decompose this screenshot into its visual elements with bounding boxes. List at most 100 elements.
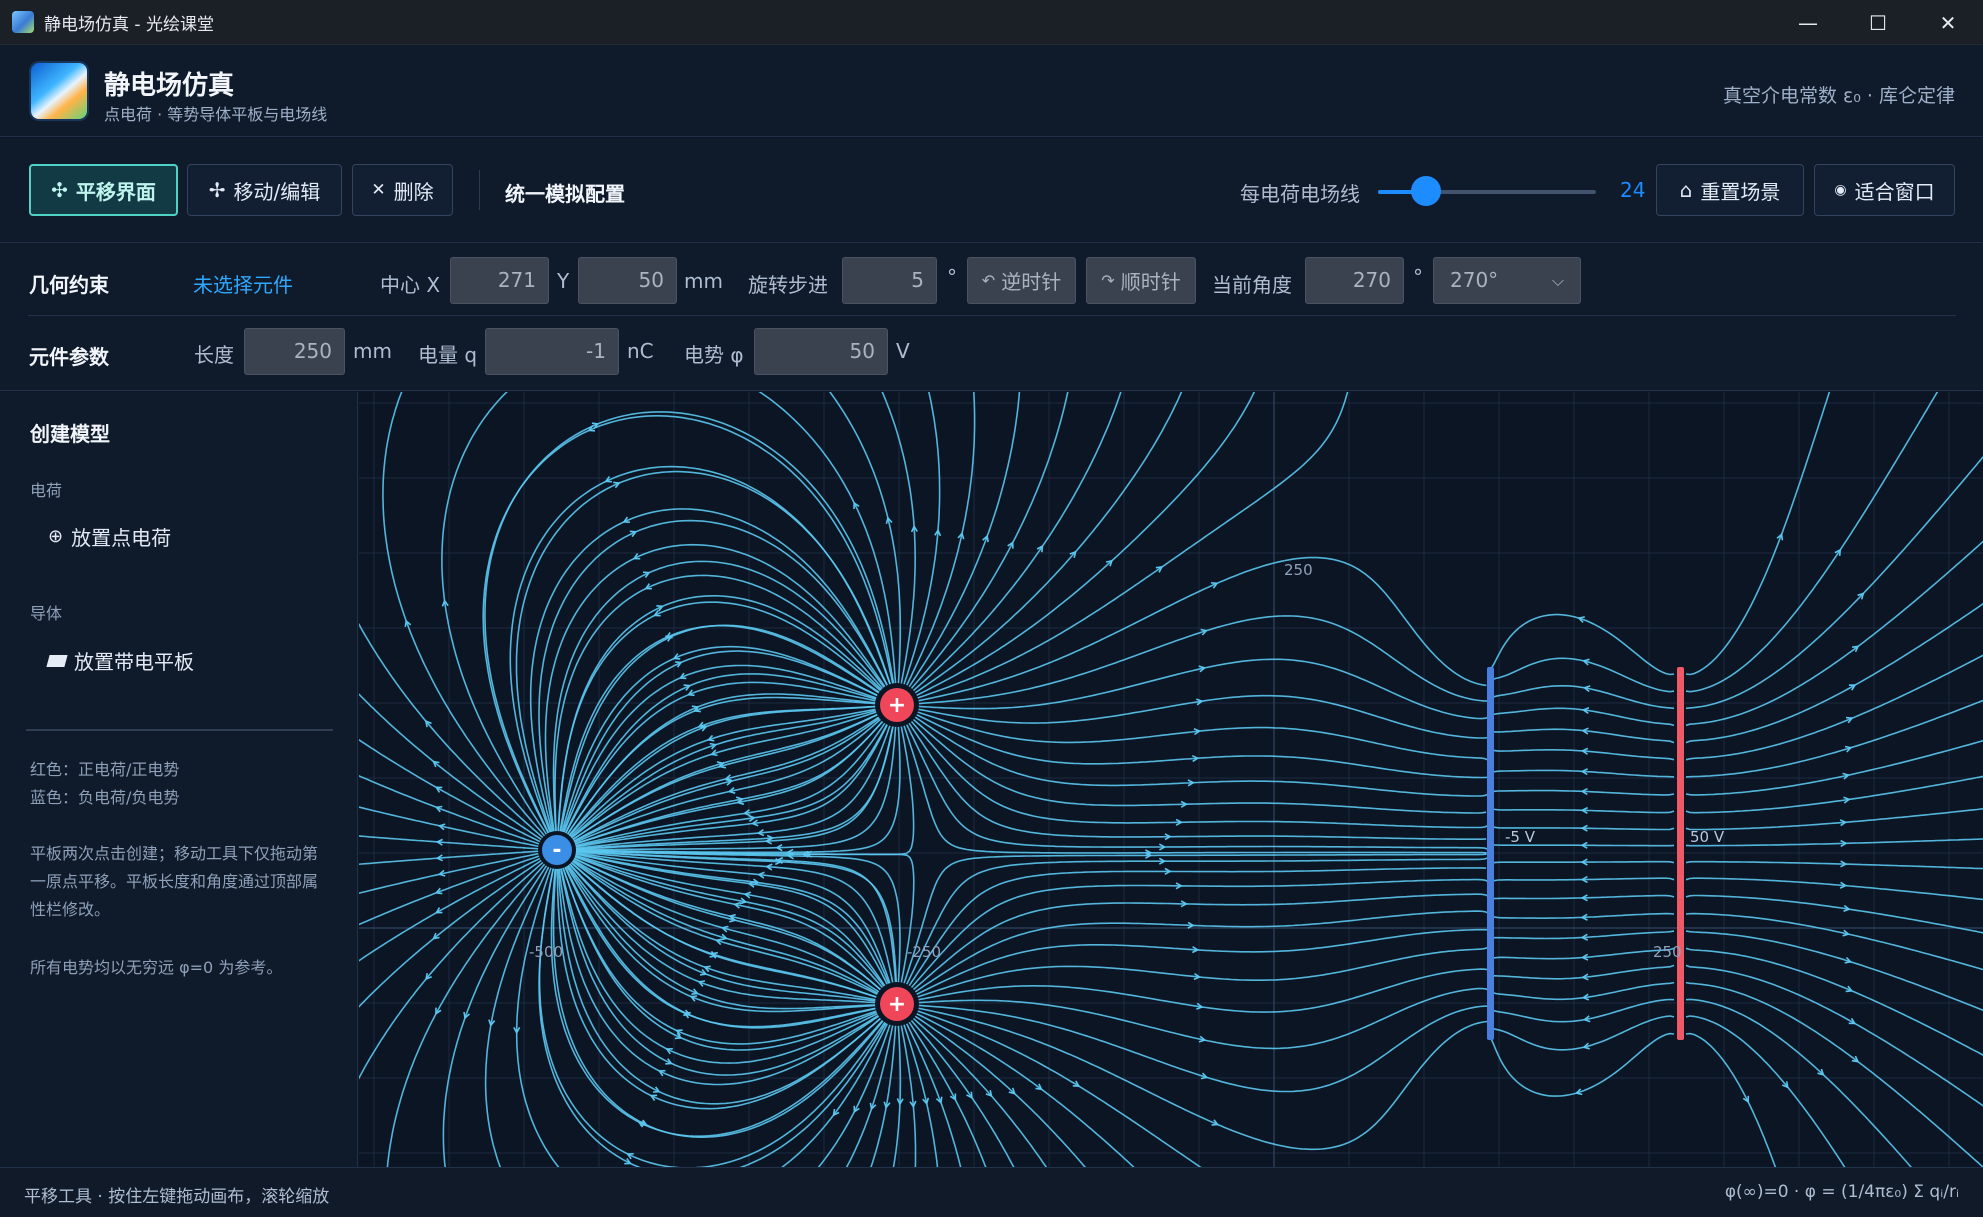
rotate-ccw-label: 逆时针 xyxy=(1001,270,1062,294)
field-line xyxy=(1685,1032,1777,1167)
y-tick-250: 250 xyxy=(1284,561,1313,579)
app-logo xyxy=(31,63,87,119)
pan-tool-button[interactable]: ✣ 平移界面 xyxy=(29,164,178,216)
field-line xyxy=(899,1019,917,1167)
minimize-button[interactable]: — xyxy=(1773,0,1843,45)
note-red: 红色：正电荷/正电势 xyxy=(30,760,180,779)
field-line xyxy=(566,705,885,839)
field-line xyxy=(359,858,545,1008)
status-formula: φ(∞)=0 · φ = (1/4πε₀) Σ qᵢ/rᵢ xyxy=(1724,1182,1959,1202)
rotate-ccw-button[interactable]: ↶ 逆时针 xyxy=(967,257,1076,304)
field-line xyxy=(910,392,1256,699)
field-line xyxy=(901,719,1487,854)
chevron-down-icon: ⌵ xyxy=(1551,271,1564,290)
plate-icon xyxy=(46,654,68,667)
field-line xyxy=(1685,455,1983,710)
center-y-input[interactable]: 50 xyxy=(578,257,677,304)
move-edit-label: 移动/编辑 xyxy=(233,179,321,204)
note-reference: 所有电势均以无穷远 φ=0 为参考。 xyxy=(30,958,283,977)
toolbar: ✣ 平移界面 ✢ 移动/编辑 ✕ 删除 统一模拟配置 每电荷电场线 24 ⌂ 重… xyxy=(0,138,1983,243)
place-charge-label: 放置点电荷 xyxy=(71,526,172,550)
field-line xyxy=(909,1012,1086,1167)
field-line xyxy=(1493,685,1675,710)
field-line xyxy=(359,859,546,1080)
place-charge-button[interactable]: ⊕ 放置点电荷 xyxy=(48,522,171,551)
circle-plus-icon: ⊕ xyxy=(48,526,64,547)
lines-per-charge-label: 每电荷电场线 xyxy=(1240,182,1360,206)
selection-status: 未选择元件 xyxy=(193,273,293,297)
field-line xyxy=(1685,807,1983,831)
field-line xyxy=(903,856,1489,991)
field-plot: 250 -500 -250 250 -5 V 50 V - + + xyxy=(359,392,1983,1167)
field-line xyxy=(1685,838,1983,847)
charge-positive-bottom[interactable]: + xyxy=(875,982,919,1026)
sidebar: 创建模型 电荷 ⊕ 放置点电荷 导体 放置带电平板 红色：正电荷/正电势 蓝色：… xyxy=(0,392,358,1167)
field-line xyxy=(1685,739,1983,796)
charge-positive-top[interactable]: + xyxy=(875,683,919,727)
params-heading: 元件参数 xyxy=(29,345,109,369)
field-line xyxy=(1491,707,1675,727)
step-degree-unit: ° xyxy=(947,265,957,289)
field-line xyxy=(1491,1015,1675,1051)
plate-positive[interactable] xyxy=(1677,667,1684,1040)
maximize-button[interactable]: ☐ xyxy=(1843,0,1913,45)
axis-labels: 250 -500 -250 250 -5 V 50 V xyxy=(529,561,1725,961)
field-line xyxy=(758,392,897,690)
fit-window-button[interactable]: ◉ 适合窗口 xyxy=(1814,164,1955,216)
field-line xyxy=(1685,860,1983,870)
sidebar-heading: 创建模型 xyxy=(30,422,110,446)
place-plate-button[interactable]: 放置带电平板 xyxy=(46,646,194,675)
angle-select[interactable]: 270° ⌵ xyxy=(1433,257,1581,304)
delete-button[interactable]: ✕ 删除 xyxy=(352,164,453,216)
charge-label: 电量 q xyxy=(418,343,478,367)
field-line xyxy=(905,717,1487,840)
app-subtitle: 点电荷 · 等势导体平板与电场线 xyxy=(104,105,328,124)
property-row-divider xyxy=(28,315,1956,316)
field-lines xyxy=(359,392,1983,1167)
rotate-step-input[interactable]: 5 xyxy=(842,257,937,304)
field-line xyxy=(567,720,901,854)
charge-input[interactable]: -1 xyxy=(485,328,619,375)
window-titlebar: 静电场仿真 - 光绘课堂 — ☐ ✕ xyxy=(0,0,1983,45)
close-button[interactable]: ✕ xyxy=(1913,0,1983,45)
length-unit: mm xyxy=(353,339,392,363)
current-angle-input[interactable]: 270 xyxy=(1305,257,1404,304)
field-line xyxy=(359,622,546,841)
angle-degree-unit: ° xyxy=(1413,265,1423,289)
reset-scene-label: 重置场景 xyxy=(1700,179,1781,204)
center-x-input[interactable]: 271 xyxy=(450,257,549,304)
config-label: 统一模拟配置 xyxy=(505,182,625,206)
plate-negative-label: -5 V xyxy=(1505,828,1536,846)
window-controls: — ☐ ✕ xyxy=(1773,0,1983,45)
field-line xyxy=(1685,998,1913,1167)
home-icon: ⌂ xyxy=(1679,178,1693,202)
potential-label: 电势 φ xyxy=(684,343,744,367)
move-edit-button[interactable]: ✢ 移动/编辑 xyxy=(187,164,342,216)
field-line xyxy=(906,392,1069,694)
rotate-cw-button[interactable]: ↷ 顺时针 xyxy=(1086,257,1196,304)
field-line xyxy=(515,864,560,1167)
simulation-canvas[interactable]: 250 -500 -250 250 -5 V 50 V - + + xyxy=(359,392,1983,1167)
rotate-ccw-icon: ↶ xyxy=(981,271,996,290)
field-line xyxy=(1685,392,1831,676)
charge-negative[interactable]: - xyxy=(538,831,576,869)
plate-negative[interactable] xyxy=(1487,667,1494,1040)
angle-select-value: 270° xyxy=(1450,268,1499,292)
reset-scene-button[interactable]: ⌂ 重置场景 xyxy=(1656,164,1804,216)
field-line xyxy=(911,1008,1202,1167)
field-line xyxy=(1685,930,1983,1012)
field-line xyxy=(529,508,891,838)
field-line xyxy=(1685,1015,1846,1167)
target-icon: ◉ xyxy=(1834,182,1847,198)
x-tick-250: 250 xyxy=(1653,943,1682,961)
note-usage: 平板两次点击创建；移动工具下仅拖动第一原点平移。平板长度和角度通过顶部属性栏修改… xyxy=(30,844,319,919)
field-line xyxy=(359,693,545,842)
close-x-icon: ✕ xyxy=(371,180,386,200)
potential-input[interactable]: 50 xyxy=(754,328,888,375)
fit-window-label: 适合窗口 xyxy=(1854,179,1935,204)
lines-slider-thumb[interactable] xyxy=(1410,176,1441,206)
field-line xyxy=(911,946,1489,1000)
field-line xyxy=(538,862,889,1167)
length-input[interactable]: 250 xyxy=(244,328,345,375)
field-line xyxy=(912,658,1490,720)
